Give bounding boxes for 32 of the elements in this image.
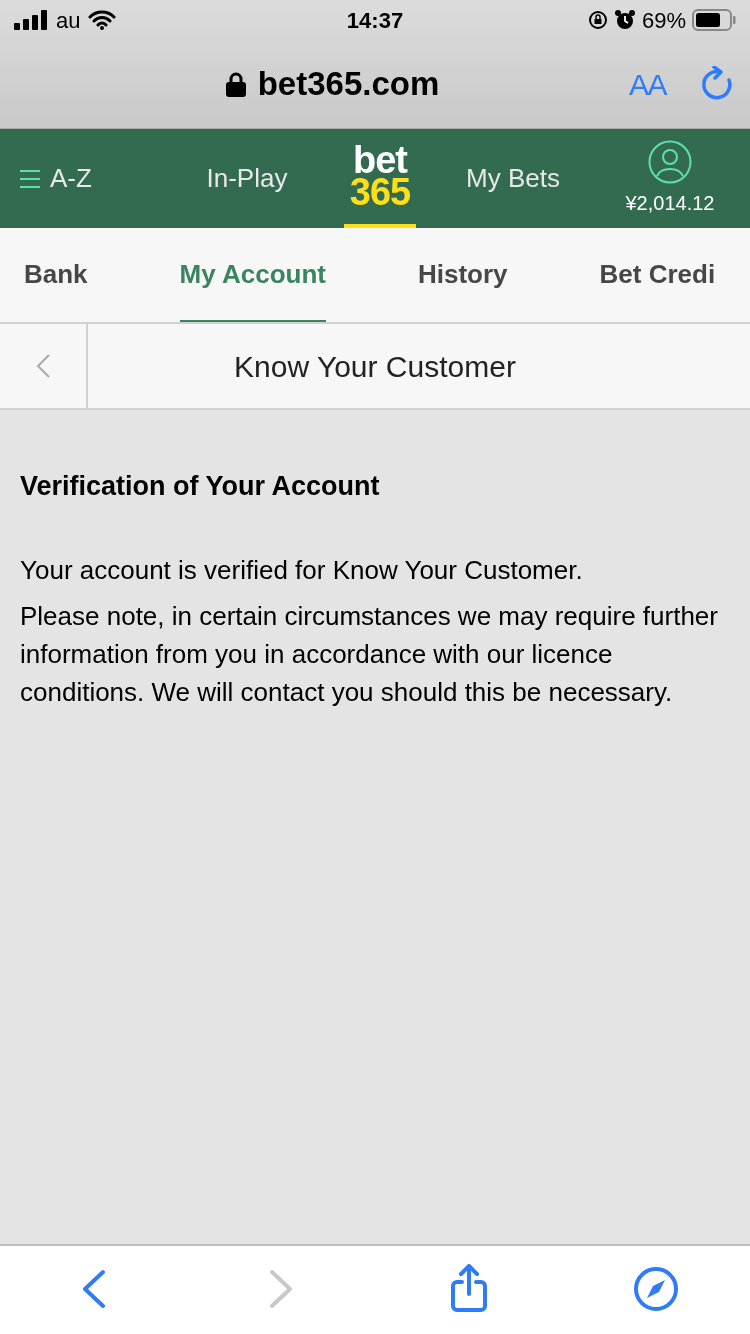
user-avatar-icon [648,139,692,184]
reload-icon[interactable] [700,66,734,102]
back-chevron-icon [80,1269,107,1309]
account-tab[interactable]: Bet Credi [599,228,716,322]
account-tab[interactable]: Bank [24,228,88,322]
address-url[interactable]: bet365.com [257,59,440,109]
nav-link[interactable]: In-Play [150,159,344,198]
menu-icon [20,169,40,188]
forward-chevron-icon [268,1269,295,1309]
nav-link[interactable]: My Bets [416,159,610,198]
rotation-lock-icon [587,10,608,30]
account-button[interactable]: ¥2,014.12 [610,139,730,218]
alarm-clock-icon [613,9,636,31]
battery-percentage: 69% [641,6,686,35]
page-title: Know Your Customer [233,348,517,385]
body-paragraph: Please note, in certain circumstances we may require further information from you in accordance with our licence conditions. We will contact you should this be necessary. [20,599,719,709]
body-paragraph: Your account is verified for Know Your Customer. [20,553,584,587]
chevron-left-icon [35,353,51,379]
section-heading: Verification of Your Account [20,470,381,503]
account-tab[interactable]: History [417,228,508,322]
signal-icon [14,10,48,30]
account-tab[interactable]: My Account [179,228,326,322]
compass-icon [633,1266,680,1312]
carrier-name: au [56,6,81,35]
share-icon [448,1264,489,1314]
wifi-icon [88,10,117,30]
lock-icon [225,71,246,97]
logo-number: 365 [349,176,411,208]
clock-time: 14:37 [345,6,405,35]
a-z-menu-button[interactable]: A-Z [20,159,150,198]
battery-icon [692,9,736,31]
logo-word: bet [352,144,408,176]
